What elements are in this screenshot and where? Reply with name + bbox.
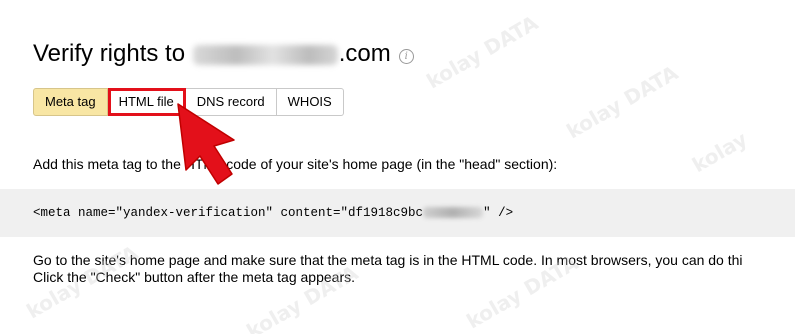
title-prefix: Verify rights to <box>33 40 186 67</box>
watermark: kolay DATA <box>422 10 543 94</box>
watermark: kolay <box>687 126 752 178</box>
verification-panel: Verify rights to .com i Meta tag HTML fi… <box>0 0 795 334</box>
note-line-2: Click the "Check" button after the meta … <box>33 269 355 285</box>
code-after: " /> <box>483 206 514 220</box>
tab-html-file[interactable]: HTML file <box>107 88 186 116</box>
instructions-note: Go to the site's home page and make sure… <box>33 252 743 286</box>
page-title: Verify rights to .com i <box>33 40 414 68</box>
blurred-verification-code <box>423 207 484 219</box>
instruction-text: Add this meta tag to the HTML code of yo… <box>33 156 558 172</box>
info-icon[interactable]: i <box>398 48 414 64</box>
watermark: kolay DATA <box>562 60 683 144</box>
tab-whois[interactable]: WHOIS <box>276 88 344 116</box>
title-suffix: .com <box>338 40 391 67</box>
code-before: <meta name="yandex-verification" content… <box>33 206 424 220</box>
meta-tag-code-box: <meta name="yandex-verification" content… <box>0 189 795 237</box>
tab-dns-record[interactable]: DNS record <box>185 88 277 116</box>
note-line-1: Go to the site's home page and make sure… <box>33 252 743 268</box>
meta-tag-code[interactable]: <meta name="yandex-verification" content… <box>33 206 513 220</box>
tab-meta-tag[interactable]: Meta tag <box>33 88 108 116</box>
blurred-email-domain <box>192 45 338 65</box>
verification-method-tabs: Meta tag HTML file DNS record WHOIS <box>33 88 344 116</box>
